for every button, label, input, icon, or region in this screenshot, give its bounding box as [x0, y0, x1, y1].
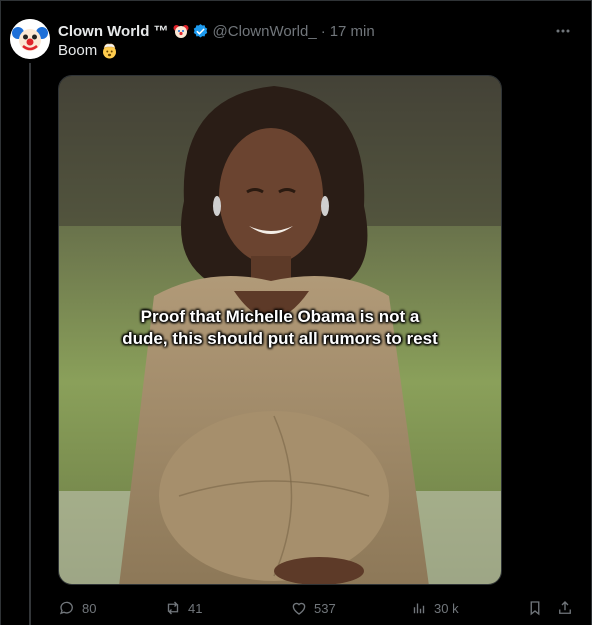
share-button[interactable] — [556, 597, 574, 619]
repost-icon — [167, 601, 179, 615]
media-image[interactable]: Proof that Michelle Obama is not a dude,… — [58, 75, 502, 585]
clown-face-icon — [173, 23, 189, 39]
share-icon — [559, 601, 571, 614]
user-handle[interactable]: @ClownWorld_ — [213, 23, 317, 40]
more-options-icon[interactable] — [551, 21, 575, 41]
views-count: 30 k — [434, 600, 459, 616]
verified-badge-icon[interactable] — [192, 23, 209, 40]
clown-face-icon — [10, 19, 50, 59]
tweet-text-row: Boom — [58, 42, 118, 59]
repost-count: 41 — [188, 600, 203, 616]
like-button[interactable]: 537 — [290, 597, 336, 619]
repost-button[interactable]: 41 — [164, 597, 202, 619]
tweet-text: Boom — [58, 42, 98, 59]
views-button[interactable]: 30 k — [410, 597, 459, 619]
heart-icon — [292, 602, 306, 615]
tweet-header: Clown World ™ @ClownWorld_ · 17 min — [58, 21, 581, 41]
like-count: 537 — [314, 600, 336, 616]
action-bar: 80 41 537 30 k — [58, 597, 578, 619]
views-icon — [413, 603, 425, 614]
separator-dot: · — [320, 22, 326, 40]
reply-button[interactable]: 80 — [58, 597, 96, 619]
media-caption: Proof that Michelle Obama is not a dude,… — [122, 307, 438, 348]
bookmark-icon — [530, 601, 540, 616]
bookmark-button[interactable] — [526, 597, 544, 619]
reply-count: 80 — [82, 600, 97, 616]
thread-line — [29, 63, 31, 625]
avatar[interactable] — [10, 19, 50, 59]
tweet-card[interactable]: Clown World ™ @ClownWorld_ · 17 min Boom… — [0, 0, 592, 625]
display-name[interactable]: Clown World ™ — [58, 23, 169, 40]
reply-icon — [59, 601, 73, 615]
timestamp[interactable]: 17 min — [330, 23, 375, 40]
exploding-head-icon — [101, 42, 118, 59]
